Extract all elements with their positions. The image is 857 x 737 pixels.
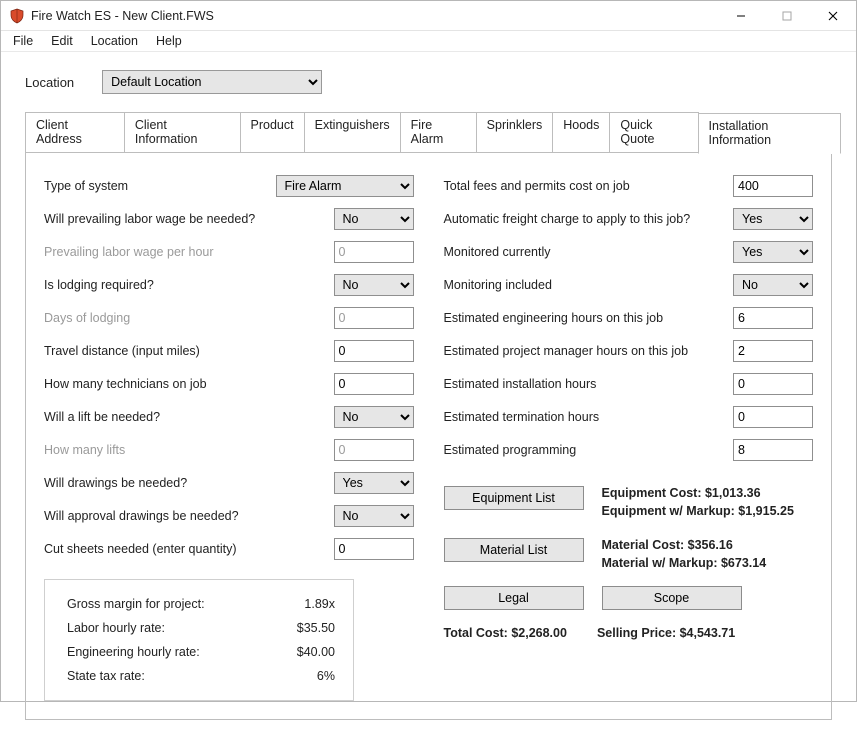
prevailing-wage-select[interactable]: No (334, 208, 414, 230)
eng-hours-label: Estimated engineering hours on this job (444, 311, 734, 325)
travel-label: Travel distance (input miles) (44, 344, 334, 358)
menubar: File Edit Location Help (1, 31, 856, 52)
equipment-cost: Equipment Cost: $1,013.36 (602, 486, 794, 500)
cut-sheets-label: Cut sheets needed (enter quantity) (44, 542, 334, 556)
freight-select[interactable]: Yes (733, 208, 813, 230)
approval-drawings-label: Will approval drawings be needed? (44, 509, 334, 523)
pm-hours-label: Estimated project manager hours on this … (444, 344, 734, 358)
menu-location[interactable]: Location (83, 31, 148, 51)
techs-input[interactable] (334, 373, 414, 395)
shield-icon (9, 8, 25, 24)
prevailing-wage-per-hour-input[interactable] (334, 241, 414, 263)
tab-fire-alarm[interactable]: Fire Alarm (400, 112, 477, 153)
drawings-label: Will drawings be needed? (44, 476, 334, 490)
tab-extinguishers[interactable]: Extinguishers (304, 112, 401, 153)
material-cost: Material Cost: $356.16 (602, 538, 767, 552)
location-select[interactable]: Default Location (102, 70, 322, 94)
tax-value: 6% (275, 669, 335, 683)
tab-panel: Type of system Fire Alarm Will prevailin… (25, 152, 832, 720)
prevailing-wage-per-hour-label: Prevailing labor wage per hour (44, 245, 334, 259)
monitoring-incl-label: Monitoring included (444, 278, 734, 292)
type-of-system-select[interactable]: Fire Alarm (276, 175, 414, 197)
legal-button[interactable]: Legal (444, 586, 584, 610)
eng-hours-input[interactable] (733, 307, 813, 329)
type-of-system-label: Type of system (44, 179, 276, 193)
summary-box: Gross margin for project:1.89x Labor hou… (44, 579, 354, 701)
tab-quick-quote[interactable]: Quick Quote (609, 112, 698, 153)
techs-label: How many technicians on job (44, 377, 334, 391)
fees-input[interactable] (733, 175, 813, 197)
selling-price: Selling Price: $4,543.71 (597, 626, 735, 640)
tab-hoods[interactable]: Hoods (552, 112, 610, 153)
menu-help[interactable]: Help (148, 31, 192, 51)
labor-rate-label: Labor hourly rate: (67, 621, 275, 635)
tax-label: State tax rate: (67, 669, 275, 683)
fees-label: Total fees and permits cost on job (444, 179, 734, 193)
term-hours-input[interactable] (733, 406, 813, 428)
location-label: Location (25, 75, 74, 90)
install-hours-label: Estimated installation hours (444, 377, 734, 391)
monitoring-incl-select[interactable]: No (733, 274, 813, 296)
lift-label: Will a lift be needed? (44, 410, 334, 424)
install-hours-input[interactable] (733, 373, 813, 395)
menu-file[interactable]: File (5, 31, 43, 51)
maximize-button[interactable] (764, 1, 810, 31)
prevailing-wage-label: Will prevailing labor wage be needed? (44, 212, 334, 226)
term-hours-label: Estimated termination hours (444, 410, 734, 424)
client-area: Location Default Location Client Address… (1, 52, 856, 737)
gross-margin-value: 1.89x (275, 597, 335, 611)
tabstrip: Client Address Client Information Produc… (25, 112, 840, 153)
drawings-select[interactable]: Yes (334, 472, 414, 494)
right-column: Total fees and permits cost on job Autom… (444, 169, 814, 701)
prog-hours-input[interactable] (733, 439, 813, 461)
monitored-select[interactable]: Yes (733, 241, 813, 263)
total-cost: Total Cost: $2,268.00 (444, 626, 567, 640)
equipment-markup: Equipment w/ Markup: $1,915.25 (602, 504, 794, 518)
gross-margin-label: Gross margin for project: (67, 597, 275, 611)
tab-client-address[interactable]: Client Address (25, 112, 125, 153)
lodging-label: Is lodging required? (44, 278, 334, 292)
scope-button[interactable]: Scope (602, 586, 742, 610)
how-many-lifts-input[interactable] (334, 439, 414, 461)
app-window: Fire Watch ES - New Client.FWS File Edit… (0, 0, 857, 702)
tab-sprinklers[interactable]: Sprinklers (476, 112, 554, 153)
tab-client-information[interactable]: Client Information (124, 112, 241, 153)
equipment-list-button[interactable]: Equipment List (444, 486, 584, 510)
minimize-button[interactable] (718, 1, 764, 31)
travel-input[interactable] (334, 340, 414, 362)
cut-sheets-input[interactable] (334, 538, 414, 560)
days-lodging-input[interactable] (334, 307, 414, 329)
tab-product[interactable]: Product (240, 112, 305, 153)
approval-drawings-select[interactable]: No (334, 505, 414, 527)
lift-select[interactable]: No (334, 406, 414, 428)
window-title: Fire Watch ES - New Client.FWS (31, 9, 718, 23)
pm-hours-input[interactable] (733, 340, 813, 362)
monitored-label: Monitored currently (444, 245, 734, 259)
how-many-lifts-label: How many lifts (44, 443, 334, 457)
close-button[interactable] (810, 1, 856, 31)
days-lodging-label: Days of lodging (44, 311, 334, 325)
lodging-select[interactable]: No (334, 274, 414, 296)
eng-rate-value: $40.00 (275, 645, 335, 659)
prog-hours-label: Estimated programming (444, 443, 734, 457)
menu-edit[interactable]: Edit (43, 31, 83, 51)
material-markup: Material w/ Markup: $673.14 (602, 556, 767, 570)
tab-installation-info[interactable]: Installation Information (698, 113, 841, 154)
left-column: Type of system Fire Alarm Will prevailin… (44, 169, 414, 701)
titlebar: Fire Watch ES - New Client.FWS (1, 1, 856, 31)
material-list-button[interactable]: Material List (444, 538, 584, 562)
labor-rate-value: $35.50 (275, 621, 335, 635)
eng-rate-label: Engineering hourly rate: (67, 645, 275, 659)
freight-label: Automatic freight charge to apply to thi… (444, 212, 734, 226)
